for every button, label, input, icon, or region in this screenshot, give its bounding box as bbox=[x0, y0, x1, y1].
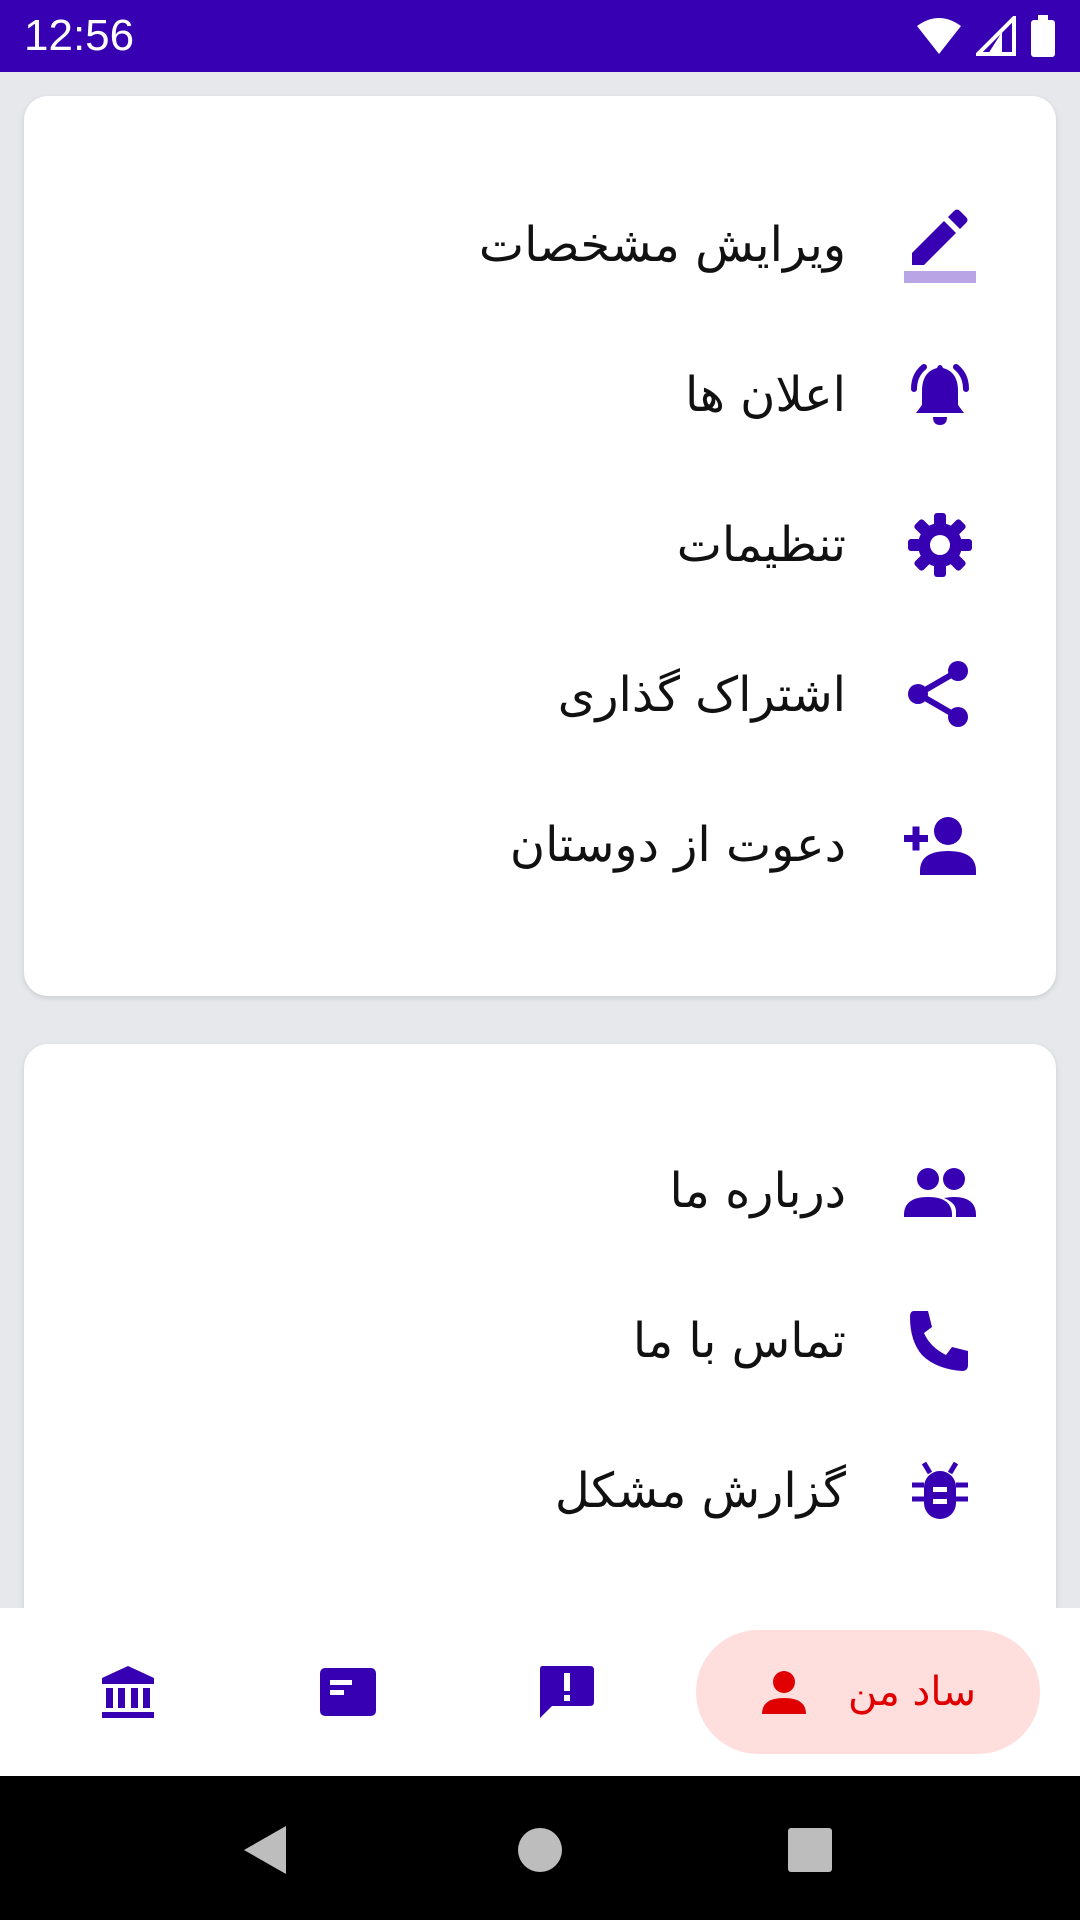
menu-item-report-problem[interactable]: گزارش مشکل bbox=[24, 1436, 1056, 1546]
menu-item-label: اشتراک گذاری bbox=[557, 667, 846, 723]
wifi-icon bbox=[917, 18, 961, 54]
menu-item-label: اعلان ها bbox=[684, 367, 846, 423]
menu-item-contact-us[interactable]: تماس با ما bbox=[24, 1286, 1056, 1396]
menu-item-invite-friends[interactable]: دعوت از دوستان bbox=[24, 790, 1056, 900]
notification-bell-icon bbox=[900, 355, 980, 435]
menu-item-label: گزارش مشکل bbox=[554, 1463, 846, 1519]
edit-icon bbox=[900, 205, 980, 285]
menu-item-edit-profile[interactable]: ویرایش مشخصات bbox=[24, 190, 1056, 300]
person-icon bbox=[761, 1671, 806, 1714]
status-icons bbox=[916, 15, 1056, 57]
bug-icon bbox=[900, 1451, 980, 1531]
feedback-icon bbox=[540, 1666, 594, 1718]
info-menu-card: درباره ما تماس با ما گزارش مشکل bbox=[24, 1044, 1056, 1684]
menu-item-share[interactable]: اشتراک گذاری bbox=[24, 640, 1056, 750]
menu-item-settings[interactable]: تنظیمات bbox=[24, 490, 1056, 600]
battery-icon bbox=[1031, 15, 1055, 57]
article-icon bbox=[320, 1668, 376, 1716]
menu-item-label: تماس با ما bbox=[632, 1313, 846, 1369]
people-icon bbox=[900, 1151, 980, 1231]
bottom-navigation: ساد من bbox=[0, 1608, 1080, 1776]
nav-item-feedback[interactable] bbox=[496, 1608, 636, 1776]
share-icon bbox=[900, 655, 980, 735]
nav-item-articles[interactable] bbox=[278, 1608, 418, 1776]
nav-item-bank[interactable] bbox=[58, 1608, 198, 1776]
menu-item-about-us[interactable]: درباره ما bbox=[24, 1136, 1056, 1246]
gear-icon bbox=[900, 505, 980, 585]
recents-icon[interactable] bbox=[780, 1820, 840, 1880]
menu-item-label: درباره ما bbox=[669, 1163, 846, 1219]
back-icon[interactable] bbox=[236, 1820, 296, 1880]
menu-item-label: دعوت از دوستان bbox=[509, 817, 846, 873]
menu-item-label: ویرایش مشخصات bbox=[478, 217, 846, 273]
home-icon[interactable] bbox=[510, 1820, 570, 1880]
system-navigation-bar bbox=[0, 1776, 1080, 1920]
nav-active-label: ساد من bbox=[847, 1669, 977, 1715]
nav-item-profile-active[interactable]: ساد من bbox=[696, 1630, 1040, 1754]
menu-item-label: تنظیمات bbox=[676, 517, 846, 573]
phone-icon bbox=[900, 1301, 980, 1381]
menu-item-notifications[interactable]: اعلان ها bbox=[24, 340, 1056, 450]
signal-icon bbox=[976, 16, 1016, 56]
status-time: 12:56 bbox=[24, 11, 135, 60]
status-bar: 12:56 bbox=[0, 0, 1080, 72]
bank-icon bbox=[102, 1666, 154, 1718]
profile-menu-card: ویرایش مشخصات اعلان ها تنظیمات اشتراک گذ… bbox=[24, 96, 1056, 996]
person-add-icon bbox=[900, 805, 980, 885]
